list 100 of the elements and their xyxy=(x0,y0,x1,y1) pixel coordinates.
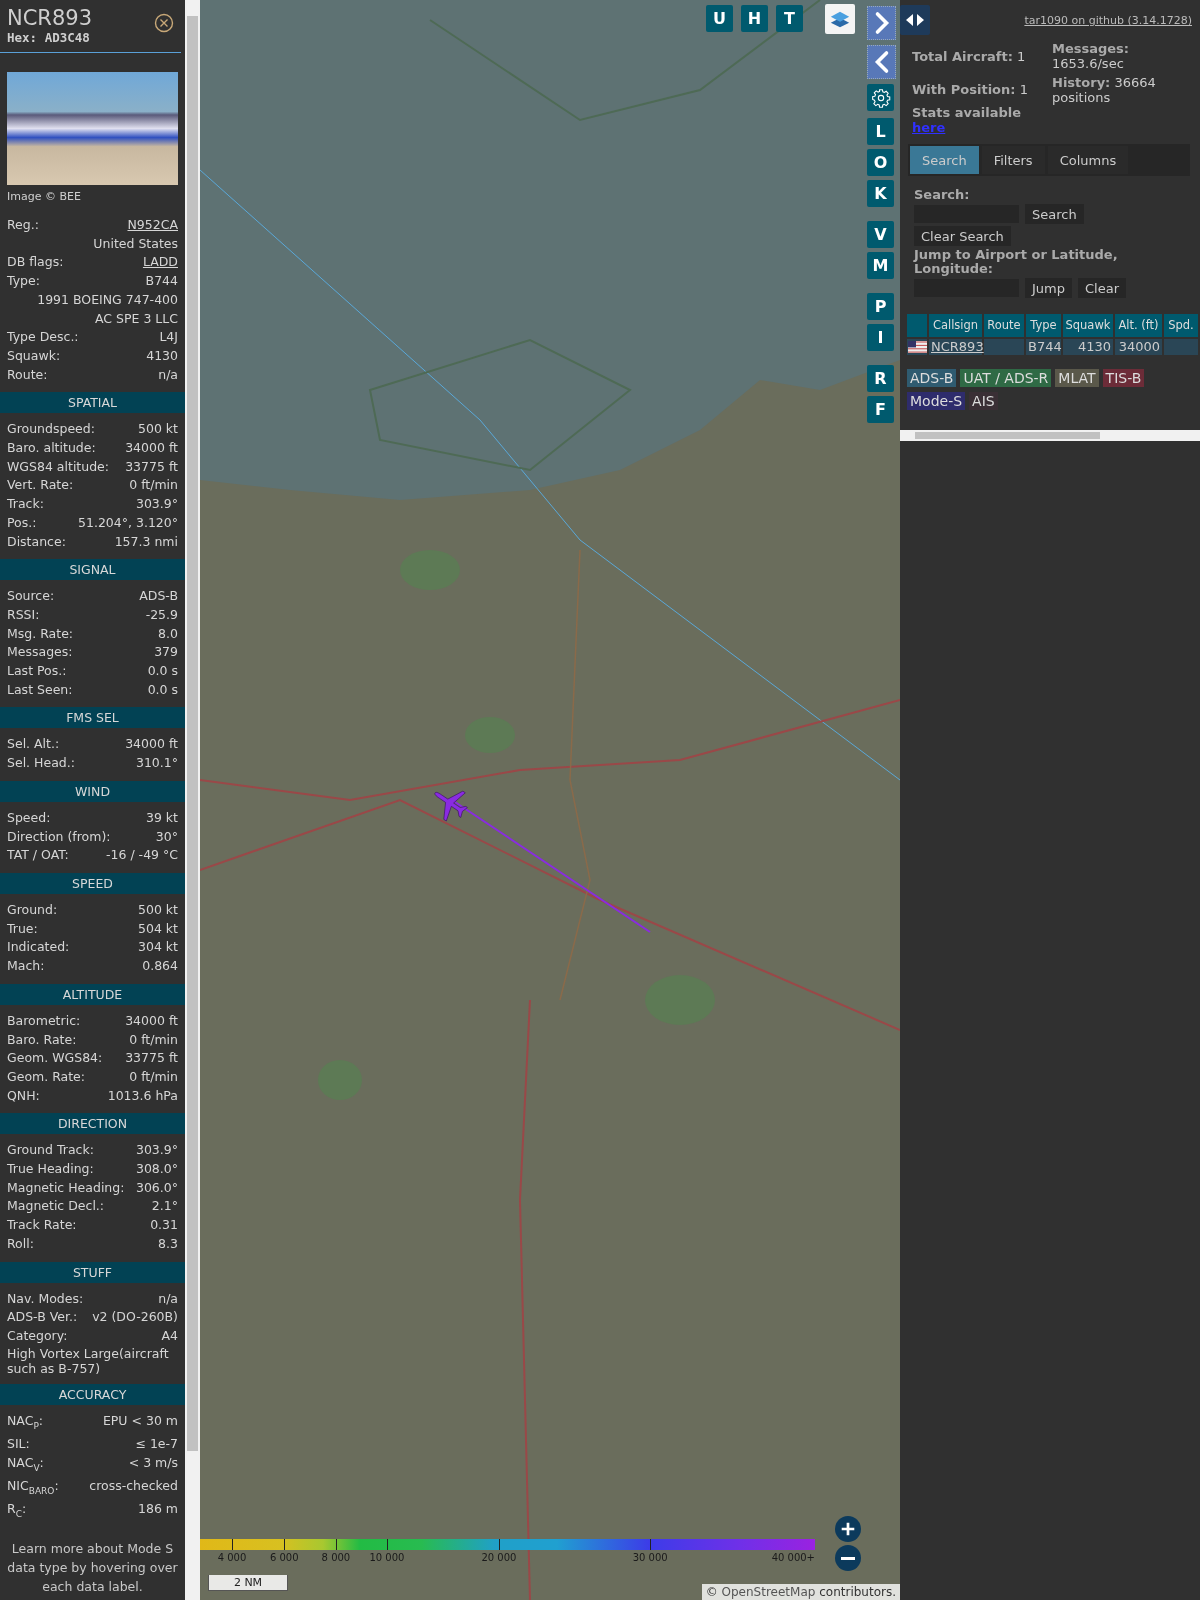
altitude-label: 20 000 xyxy=(481,1552,517,1563)
plus-icon xyxy=(839,1520,857,1538)
field-value: 308.0° xyxy=(135,1160,178,1178)
panel-toggle-button[interactable] xyxy=(900,5,930,35)
field-label: NAC$_{P}$: xyxy=(7,1411,44,1433)
field-label: Last Seen: xyxy=(7,680,73,699)
aircraft-callsign: NCR893 xyxy=(7,6,93,30)
callsign-link[interactable]: NCR893 xyxy=(931,339,984,354)
field-label: Squawk: xyxy=(7,346,61,365)
field-label: Reg.: xyxy=(7,216,39,234)
field-label: Direction (from): xyxy=(7,827,111,846)
map-toggle-button[interactable]: V xyxy=(867,221,894,248)
field-label: Nav. Modes: xyxy=(7,1289,84,1308)
stats-note: Stats available here xyxy=(912,105,1023,135)
field-label: Type: xyxy=(7,272,40,291)
source-tag: TIS-B xyxy=(1102,369,1145,387)
field-value: 39 kt xyxy=(145,808,178,827)
settings-button[interactable] xyxy=(867,84,894,111)
column-header[interactable]: Spd. xyxy=(1164,314,1198,337)
field-link[interactable]: N952CA xyxy=(127,216,178,235)
stat-text: Messages: 1653.6/sec xyxy=(1052,41,1131,71)
field-value: 504 kt xyxy=(138,919,178,938)
map-toggle-button[interactable]: H xyxy=(741,5,768,32)
field-value: 303.9° xyxy=(135,1141,178,1160)
map-toggle-button[interactable]: R xyxy=(867,365,894,392)
map-toggle-button[interactable]: L xyxy=(867,118,894,145)
map-toggle-button[interactable]: P xyxy=(867,293,894,320)
field-value: 30° xyxy=(155,827,178,846)
tab[interactable]: Filters xyxy=(981,146,1045,174)
field-label: Geom. WGS84: xyxy=(7,1049,103,1068)
field-value: 303.9° xyxy=(135,495,178,514)
altitude-label: 40 000+ xyxy=(771,1552,815,1563)
column-header[interactable]: Squawk xyxy=(1063,314,1113,337)
section-header: STUFF xyxy=(0,1261,185,1283)
field-value: n/a xyxy=(158,1289,178,1308)
field-label: Category: xyxy=(7,1326,68,1345)
field-link[interactable]: LADD xyxy=(142,253,178,273)
map-toggle-button[interactable]: K xyxy=(867,180,894,207)
column-header[interactable]: Alt. (ft) xyxy=(1115,314,1162,337)
field-value: 306.0° xyxy=(135,1178,178,1197)
map-toggle-button[interactable]: T xyxy=(776,5,803,32)
layers-button[interactable] xyxy=(825,4,855,34)
clear-search-button[interactable]: Clear Search xyxy=(914,226,1011,246)
field-label: Groundspeed: xyxy=(7,420,95,439)
table-cell: 4130 xyxy=(1063,339,1113,355)
table-cell: B744 xyxy=(1026,339,1061,355)
expand-button[interactable] xyxy=(867,6,896,40)
map-toggle-button[interactable]: I xyxy=(867,324,894,351)
field-label: NIC$_{BARO}$: xyxy=(7,1476,59,1498)
field-label: SIL: xyxy=(7,1434,30,1453)
field-value: 8.0 xyxy=(158,624,178,643)
collapse-button[interactable] xyxy=(867,45,896,79)
field-value: 0.0 s xyxy=(147,680,178,699)
section-header: SPEED xyxy=(0,873,185,894)
field-value: 304 kt xyxy=(138,938,178,957)
close-icon[interactable] xyxy=(154,13,174,33)
section-header: FMS SEL xyxy=(0,707,185,729)
column-header[interactable]: Type xyxy=(1026,314,1061,337)
chevron-left-icon xyxy=(872,49,891,75)
field-label: TAT / OAT: xyxy=(7,846,69,865)
field-value: 8.3 xyxy=(158,1234,178,1253)
tab[interactable]: Columns xyxy=(1047,146,1129,174)
minus-icon xyxy=(841,1556,855,1560)
altitude-label: 4 000 xyxy=(217,1552,247,1563)
field-value: < 3 m/s xyxy=(128,1453,178,1472)
table-header-cell[interactable] xyxy=(907,314,927,337)
field-label: Roll: xyxy=(7,1234,34,1253)
field-label: Mach: xyxy=(7,957,45,976)
map-toggle-button[interactable]: F xyxy=(867,396,894,423)
table-cell xyxy=(984,339,1024,355)
column-header[interactable]: Route xyxy=(984,314,1024,337)
field-label: Ground: xyxy=(7,901,58,919)
hex-code: Hex: AD3C48 xyxy=(7,30,91,46)
column-header[interactable]: Callsign xyxy=(929,314,982,337)
map-toggle-button[interactable]: M xyxy=(867,252,894,279)
map-toggle-button[interactable]: O xyxy=(867,149,894,176)
field-label: Source: xyxy=(7,587,55,606)
source-tag: AIS xyxy=(969,392,998,410)
field-value: High Vortex Large(aircraft such as B-757) xyxy=(7,1345,170,1376)
field-value: v2 (DO-260B) xyxy=(92,1308,178,1327)
field-value: 1991 BOEING 747-400 xyxy=(37,290,178,309)
field-value: 310.1° xyxy=(135,754,178,773)
field-value: -16 / -49 °C xyxy=(106,846,178,865)
github-link[interactable]: tar1090 on github (3.14.1728) xyxy=(1024,14,1192,27)
field-value: 2.1° xyxy=(151,1197,178,1216)
field-label: Magnetic Heading: xyxy=(7,1178,125,1197)
map-toggle-button[interactable]: U xyxy=(706,5,733,32)
jump-button[interactable]: Jump xyxy=(1025,278,1072,298)
field-label: Ground Track: xyxy=(7,1141,94,1160)
scrollbar-thumb[interactable] xyxy=(915,432,1100,439)
stat-text: Total Aircraft: 1 xyxy=(912,49,1027,64)
settings-icon xyxy=(870,87,891,108)
search-button[interactable]: Search xyxy=(1025,204,1084,224)
scrollbar[interactable] xyxy=(185,0,200,1600)
scrollbar-thumb[interactable] xyxy=(187,16,198,1451)
attribution-link[interactable]: OpenStreetMap xyxy=(721,1585,816,1599)
clear-button[interactable]: Clear xyxy=(1078,278,1126,298)
map-attribution: © OpenStreetMap contributors. xyxy=(701,1584,900,1600)
field-value: 51.204°, 3.120° xyxy=(78,513,178,532)
scrollbar[interactable] xyxy=(900,430,1200,441)
